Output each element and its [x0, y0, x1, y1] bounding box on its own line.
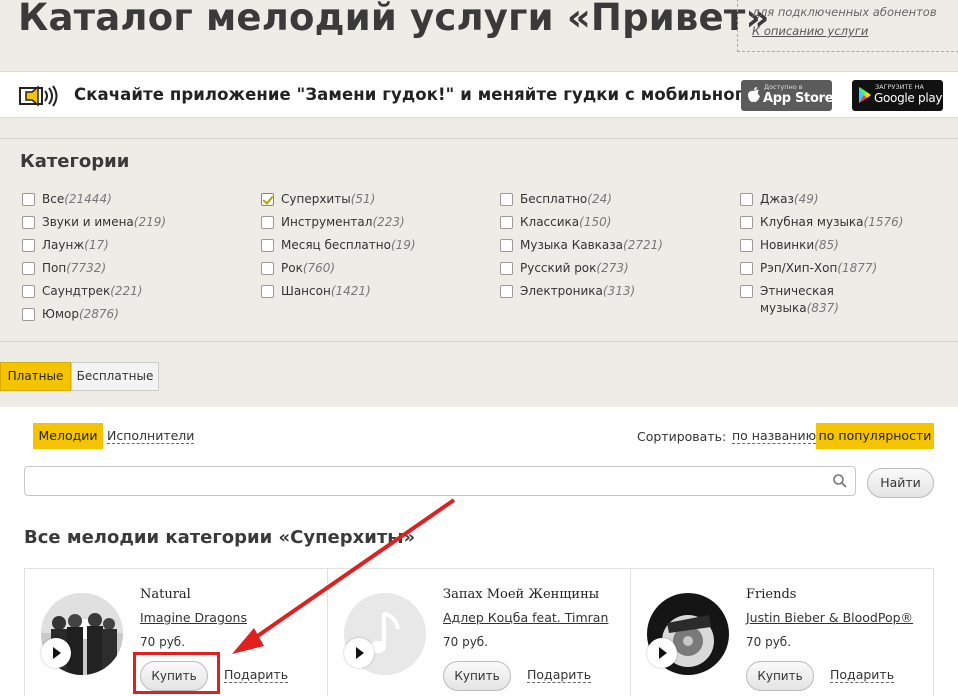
play-button[interactable] [647, 638, 677, 668]
app-promo-banner: Скачайте приложение "Замени гудок!" и ме… [0, 71, 958, 118]
apple-icon [748, 87, 760, 102]
play-button[interactable] [41, 638, 71, 668]
song-title: Запах Моей Женщины [443, 587, 600, 602]
gift-link[interactable]: Подарить [527, 668, 592, 683]
checkbox[interactable] [740, 285, 753, 298]
play-button[interactable] [344, 638, 374, 668]
app-store-small-text: Доступно в [764, 83, 803, 91]
speaker-icon [19, 85, 58, 107]
checkbox[interactable] [500, 216, 513, 229]
checkbox[interactable] [500, 193, 513, 206]
checkbox[interactable] [22, 285, 35, 298]
checkbox[interactable] [22, 216, 35, 229]
tab-artists[interactable]: Исполнители [107, 429, 195, 444]
banner-text: Скачайте приложение "Замени гудок!" и ме… [74, 85, 762, 104]
checkbox[interactable] [22, 262, 35, 275]
google-play-button[interactable]: ЗАГРУЗИТЕ НА Google play [852, 80, 943, 111]
checkbox[interactable] [261, 216, 274, 229]
checkbox[interactable] [261, 262, 274, 275]
app-store-label: App Store [763, 91, 834, 106]
checkbox[interactable] [261, 285, 274, 298]
annotation-highlight-box [133, 652, 220, 694]
checkbox[interactable] [500, 285, 513, 298]
sort-by-popularity[interactable]: по популярности [816, 423, 934, 449]
checkbox[interactable] [261, 239, 274, 252]
gift-link[interactable]: Подарить [830, 668, 895, 683]
search-input[interactable] [24, 466, 856, 496]
tab-melodies[interactable]: Мелодии [33, 423, 103, 449]
page-title: Каталог мелодий услуги «Привет» [18, 0, 770, 39]
artist-link[interactable]: Justin Bieber & BloodPop® [746, 610, 913, 625]
subscriber-note: для подключенных абонентов [752, 5, 937, 19]
sort-by-name[interactable]: по названию [732, 429, 817, 444]
app-store-button[interactable]: Доступно в App Store [741, 80, 834, 111]
subscriber-info-box: для подключенных абонентов К описанию ус… [737, 0, 958, 52]
sort-label: Сортировать: [637, 429, 727, 444]
song-title: Natural [140, 587, 191, 602]
tab-free[interactable]: Бесплатные [71, 362, 159, 391]
checkbox[interactable] [500, 262, 513, 275]
price: 70 руб. [140, 635, 186, 649]
tab-paid[interactable]: Платные [0, 362, 71, 391]
checkbox[interactable] [500, 239, 513, 252]
price: 70 руб. [746, 635, 792, 649]
checkbox[interactable] [740, 216, 753, 229]
find-button[interactable]: Найти [867, 468, 934, 498]
song-title: Friends [746, 587, 797, 602]
price: 70 руб. [443, 635, 489, 649]
checkbox[interactable] [22, 193, 35, 206]
checkbox[interactable] [740, 262, 753, 275]
google-play-small-text: ЗАГРУЗИТЕ НА [875, 83, 924, 91]
melody-card: Friends Justin Bieber & BloodPop® 70 руб… [631, 569, 934, 696]
checkbox-checked[interactable] [261, 193, 274, 206]
checkbox[interactable] [740, 239, 753, 252]
categories-panel: Категории Все(21444) Звуки и имена(219) … [0, 138, 958, 342]
artist-link[interactable]: Адлер Коцба feat. Timran [443, 610, 608, 625]
google-play-icon [859, 87, 871, 103]
search-icon[interactable] [832, 473, 848, 489]
section-title: Все мелодии категории «Суперхиты» [24, 527, 416, 548]
buy-button[interactable]: Купить [443, 661, 511, 691]
gift-link[interactable]: Подарить [224, 668, 289, 683]
google-play-label: Google play [874, 91, 943, 105]
service-description-link[interactable]: К описанию услуги [752, 22, 958, 41]
categories-title: Категории [20, 151, 130, 172]
checkbox[interactable] [22, 239, 35, 252]
artist-link[interactable]: Imagine Dragons [140, 610, 247, 625]
checkbox[interactable] [22, 308, 35, 321]
melody-card: Запах Моей Женщины Адлер Коцба feat. Tim… [328, 569, 631, 696]
buy-button[interactable]: Купить [746, 661, 814, 691]
checkbox[interactable] [740, 193, 753, 206]
